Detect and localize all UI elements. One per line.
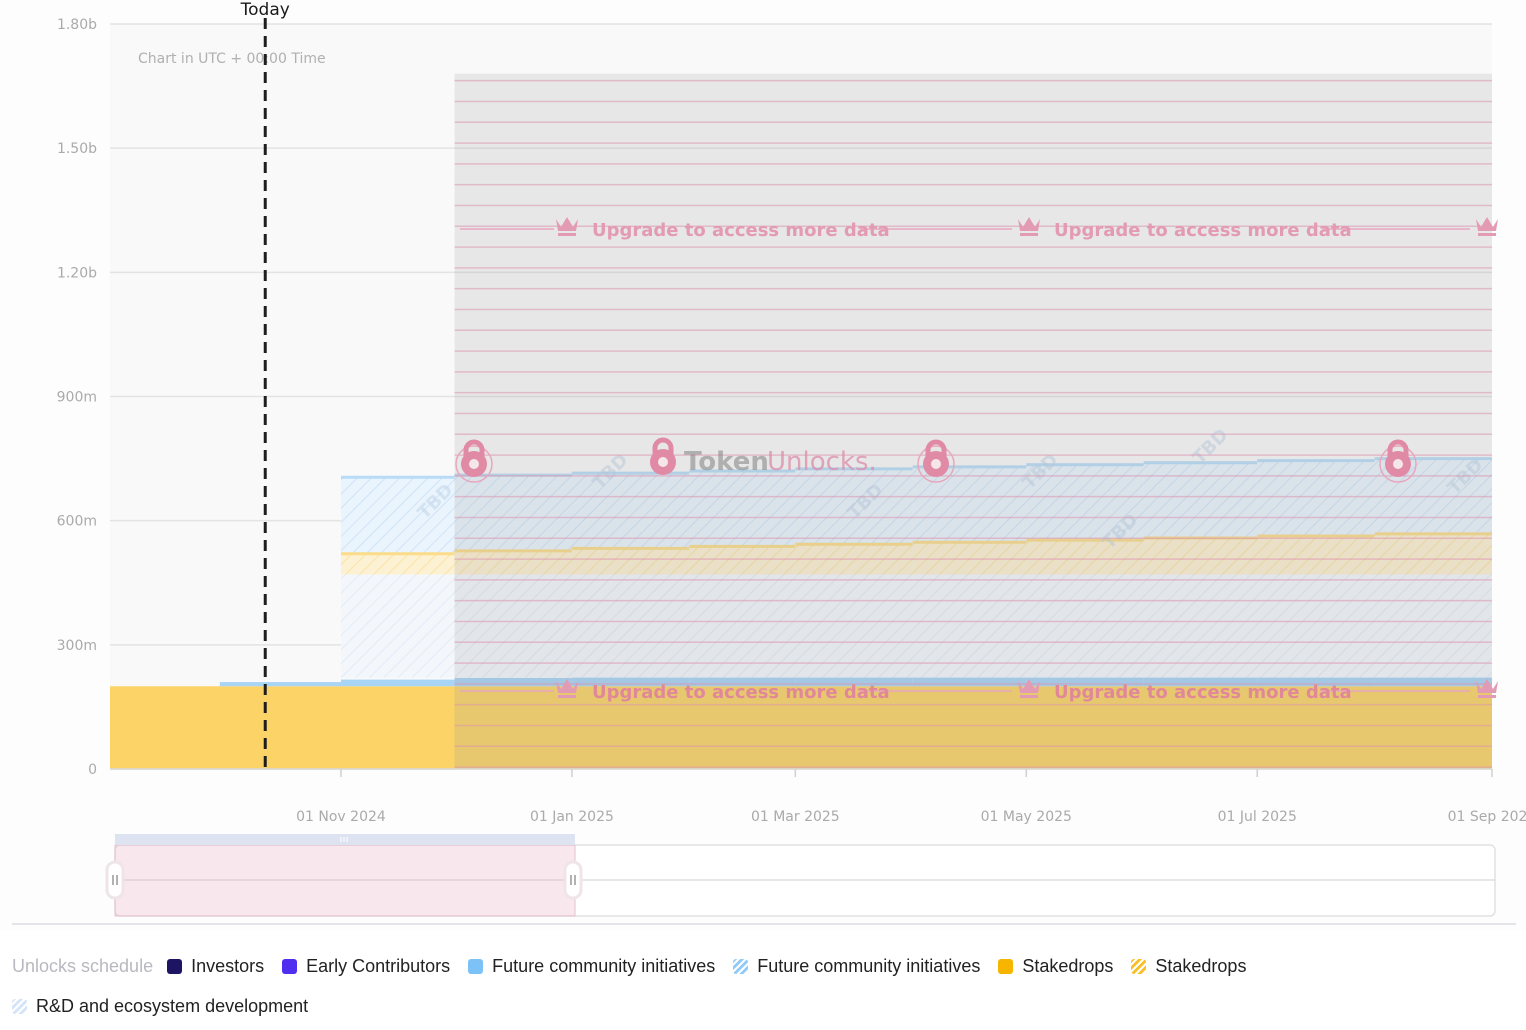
- legend-label: Investors: [191, 955, 265, 976]
- y-tick-label: 1.50b: [57, 141, 97, 157]
- locked-overlay-shade: [454, 73, 1492, 769]
- x-tick-label: 01 Nov 2024: [296, 809, 386, 825]
- lock-keyhole: [658, 457, 668, 467]
- legend-item-stakedrops-hatched[interactable]: Stakedrops: [1131, 956, 1246, 977]
- legend-label: Early Contributors: [306, 955, 451, 976]
- crown-base: [1020, 233, 1038, 236]
- navigator-handle-left[interactable]: [105, 860, 125, 900]
- crown-base: [1478, 233, 1496, 236]
- watermark-token: Token: [684, 447, 769, 477]
- unlock-schedule-chart: TBDTBDTBDTBDTBDTBDTBD Upgrade to access …: [0, 0, 1526, 930]
- legend-item-future-community[interactable]: Future community initiatives: [468, 956, 715, 977]
- legend: Unlocks schedule Investors Early Contrib…: [12, 950, 1512, 1030]
- y-tick-label: 1.80b: [57, 17, 97, 33]
- legend-row-2: R&D and ecosystem development: [12, 990, 1512, 1022]
- y-tick-label: 1.20b: [57, 265, 97, 281]
- legend-item-investors[interactable]: Investors: [167, 956, 264, 977]
- legend-divider: [12, 923, 1516, 925]
- legend-title: Unlocks schedule: [12, 955, 154, 976]
- upgrade-message[interactable]: Upgrade to access more data: [592, 682, 890, 703]
- navigator-scrollbar-thumb[interactable]: [115, 834, 575, 845]
- series-future-community-solid-step: [340, 679, 455, 687]
- lock-keyhole: [469, 459, 479, 469]
- range-navigator[interactable]: [105, 834, 1496, 917]
- navigator-selection[interactable]: [114, 844, 576, 917]
- upgrade-message[interactable]: Upgrade to access more data: [592, 220, 890, 241]
- chart-svg: TBDTBDTBDTBDTBDTBDTBD Upgrade to access …: [0, 0, 1526, 930]
- locked-overlay: Upgrade to access more data Upgrade to ac…: [454, 73, 1498, 769]
- y-tick-label: 0: [88, 762, 97, 778]
- handle-body[interactable]: [563, 860, 583, 900]
- x-tick-label: 01 Mar 2025: [751, 809, 840, 825]
- crown-base: [558, 695, 576, 698]
- series-future-community-solid-step: [219, 682, 341, 687]
- upgrade-message[interactable]: Upgrade to access more data: [1054, 220, 1352, 241]
- legend-label: Future community initiatives: [757, 955, 981, 976]
- handle-body[interactable]: [105, 860, 125, 900]
- legend-swatch-investors-icon: [167, 958, 183, 974]
- y-tick-label: 900m: [57, 390, 97, 406]
- timezone-note: Chart in UTC + 00:00 Time: [138, 51, 326, 67]
- legend-swatch-future-community-icon: [468, 958, 484, 974]
- x-tick-label: 01 Sep 2025: [1448, 809, 1526, 825]
- legend-swatch-stakedrops-icon: [998, 958, 1014, 974]
- x-tick-label: 01 May 2025: [981, 809, 1072, 825]
- legend-item-rd-ecosystem[interactable]: R&D and ecosystem development: [12, 996, 308, 1017]
- crown-base: [1020, 695, 1038, 698]
- today-label: Today: [240, 0, 290, 20]
- upgrade-message[interactable]: Upgrade to access more data: [1054, 682, 1352, 703]
- legend-swatch-future-community-hatched-icon: [733, 958, 749, 974]
- lock-keyhole: [931, 459, 941, 469]
- legend-label: R&D and ecosystem development: [36, 995, 309, 1016]
- y-tick-label: 300m: [57, 638, 97, 654]
- watermark-unlocks: Unlocks.: [767, 447, 877, 477]
- legend-swatch-early-contributors-icon: [282, 958, 298, 974]
- navigator-handle-right[interactable]: [563, 860, 583, 900]
- y-tick-label: 600m: [57, 514, 97, 530]
- legend-label: Stakedrops: [1155, 955, 1247, 976]
- x-tick-label: 01 Jul 2025: [1218, 809, 1297, 825]
- series-stakedrops-hatched-step: [340, 553, 455, 575]
- legend-item-future-community-hatched[interactable]: Future community initiatives: [733, 956, 980, 977]
- crown-base: [558, 233, 576, 236]
- lock-keyhole: [1393, 459, 1403, 469]
- legend-label: Future community initiatives: [492, 955, 716, 976]
- legend-row-1: Unlocks schedule Investors Early Contrib…: [12, 950, 1512, 982]
- legend-swatch-rd-ecosystem-icon: [12, 998, 27, 1014]
- legend-label: Stakedrops: [1022, 955, 1114, 976]
- x-tick-label: 01 Jan 2025: [530, 809, 614, 825]
- legend-item-stakedrops[interactable]: Stakedrops: [998, 956, 1113, 977]
- legend-swatch-stakedrops-hatched-icon: [1131, 958, 1147, 974]
- legend-item-early-contributors[interactable]: Early Contributors: [282, 956, 450, 977]
- crown-base: [1478, 695, 1496, 698]
